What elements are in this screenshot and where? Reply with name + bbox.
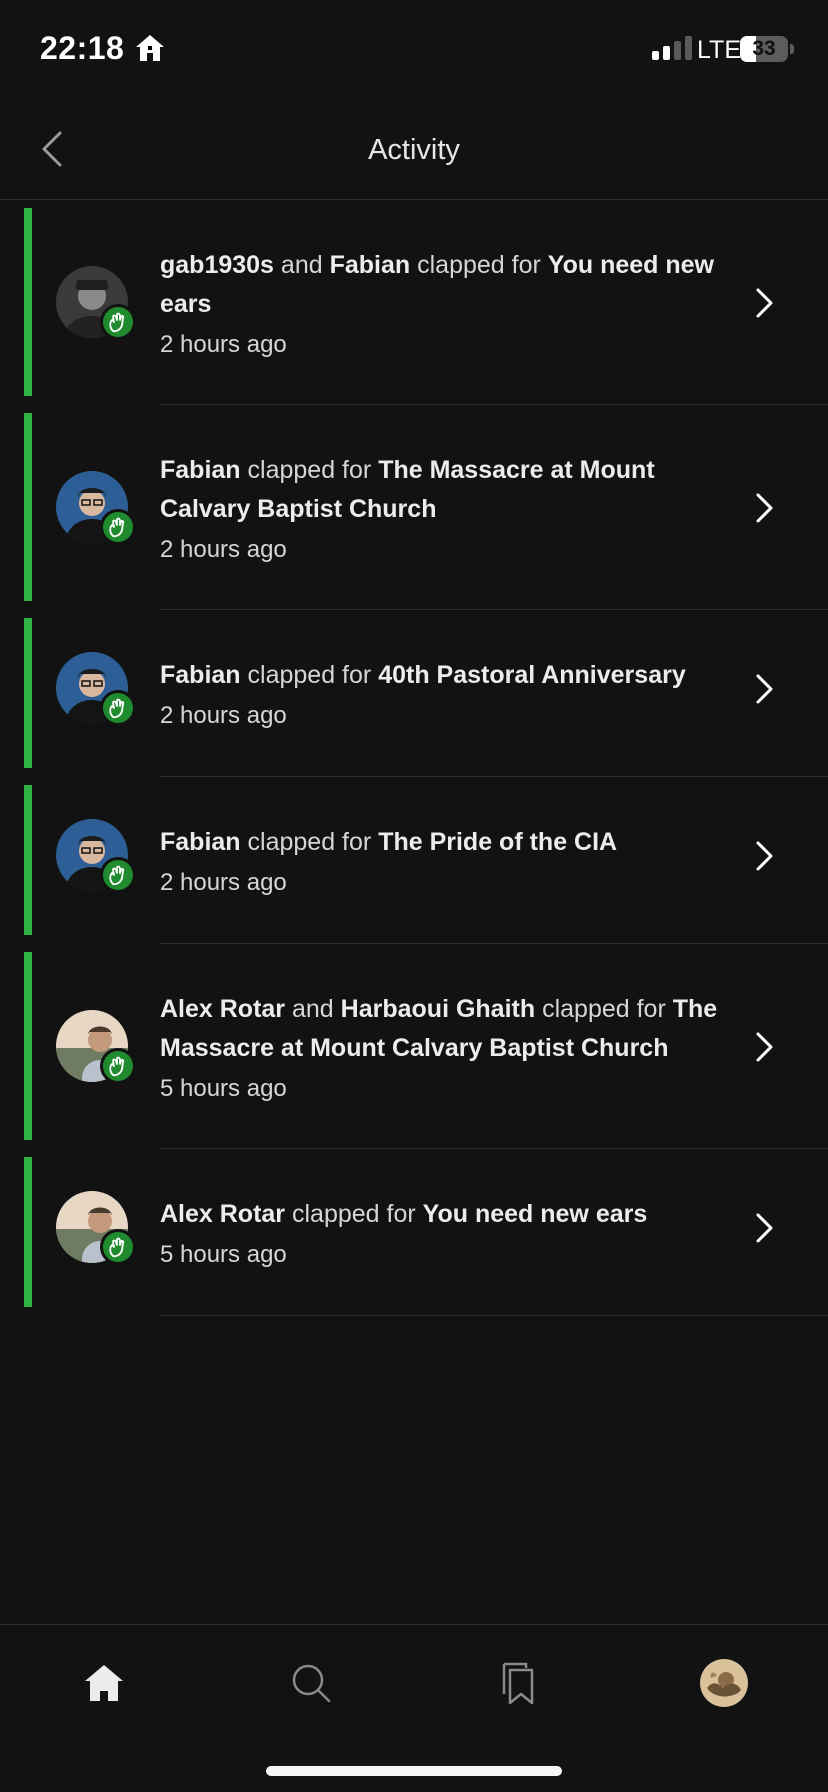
unread-indicator [24, 952, 32, 1140]
action-text: clapped for [247, 456, 372, 484]
activity-avatar [56, 819, 136, 893]
chevron-right-icon [756, 674, 773, 704]
activity-item[interactable]: Fabian clapped for The Massacre at Mount… [0, 405, 828, 610]
row-divider [160, 1315, 828, 1316]
story-title: 40th Pastoral Anniversary [378, 661, 686, 689]
chevron-right-icon [756, 288, 773, 318]
actor-name: Alex Rotar [160, 1200, 286, 1228]
network-type: LTE [697, 36, 741, 64]
activity-item[interactable]: Alex Rotar and Harbaoui Ghaith clapped f… [0, 944, 828, 1149]
actor-name: Alex Rotar [160, 995, 286, 1023]
timestamp: 5 hours ago [160, 1241, 287, 1268]
unread-indicator [24, 208, 32, 396]
unread-indicator [24, 1157, 32, 1307]
activity-list: gab1930s and Fabian clapped for You need… [0, 200, 828, 1316]
unread-indicator [24, 618, 32, 768]
activity-avatar [56, 652, 136, 726]
tab-search[interactable] [281, 1655, 341, 1711]
action-text: clapped for [247, 661, 372, 689]
clap-icon [100, 509, 136, 545]
activity-text: Alex Rotar and Harbaoui Ghaith clapped f… [160, 990, 730, 1108]
action-text: clapped for [247, 828, 372, 856]
actor-name: Fabian [160, 456, 241, 484]
battery-level: 33 [752, 37, 776, 60]
activity-avatar [56, 1010, 136, 1084]
timestamp: 2 hours ago [160, 702, 287, 729]
battery-icon: 33 [740, 36, 788, 62]
actor-name: Harbaoui Ghaith [340, 995, 536, 1023]
tab-home[interactable] [74, 1655, 134, 1711]
status-time: 22:18 [40, 30, 125, 66]
chevron-right-icon [756, 1213, 773, 1243]
clap-icon [100, 1229, 136, 1265]
story-title: The Pride of the CIA [378, 828, 618, 856]
actor-name: Fabian [160, 828, 241, 856]
action-text: clapped for [542, 995, 666, 1023]
clap-icon [100, 857, 136, 893]
activity-avatar [56, 1191, 136, 1265]
tab-profile[interactable] [694, 1655, 754, 1711]
joiner: and [280, 251, 323, 279]
activity-text: Fabian clapped for The Massacre at Mount… [160, 451, 730, 569]
activity-text: Fabian clapped for 40th Pastoral Anniver… [160, 656, 730, 735]
home-indicator[interactable] [266, 1766, 562, 1776]
battery-tip [790, 44, 794, 54]
timestamp: 2 hours ago [160, 869, 287, 896]
action-text: clapped for [292, 1200, 416, 1228]
clap-icon [100, 304, 136, 340]
clap-icon [100, 690, 136, 726]
chevron-right-icon [756, 1032, 773, 1062]
activity-avatar [56, 471, 136, 545]
navigation-header: Activity [0, 100, 828, 200]
clap-icon [100, 1048, 136, 1084]
bookmarks-icon [502, 1662, 534, 1705]
timestamp: 5 hours ago [160, 1075, 287, 1102]
home-status-icon [134, 33, 166, 68]
unread-indicator [24, 785, 32, 935]
status-bar: 22:18 LTE 33 [0, 0, 828, 100]
actor-name: Fabian [329, 251, 411, 279]
activity-item[interactable]: Alex Rotar clapped for You need new ears… [0, 1149, 828, 1316]
activity-avatar [56, 266, 136, 340]
page-title: Activity [368, 134, 460, 166]
search-icon [292, 1664, 331, 1703]
story-title: You need new ears [422, 1200, 648, 1228]
timestamp: 2 hours ago [160, 536, 287, 563]
cellular-signal-icon [652, 36, 692, 60]
profile-avatar-icon [700, 1659, 748, 1707]
chevron-right-icon [756, 493, 773, 523]
timestamp: 2 hours ago [160, 331, 287, 358]
joiner: and [292, 995, 334, 1023]
activity-item[interactable]: Fabian clapped for 40th Pastoral Anniver… [0, 610, 828, 777]
actor-name: Fabian [160, 661, 241, 689]
activity-item[interactable]: gab1930s and Fabian clapped for You need… [0, 200, 828, 405]
actor-name: gab1930s [160, 251, 274, 279]
activity-text: Fabian clapped for The Pride of the CIA … [160, 823, 730, 902]
unread-indicator [24, 413, 32, 601]
activity-text: gab1930s and Fabian clapped for You need… [160, 246, 730, 364]
action-text: clapped for [417, 251, 541, 279]
activity-text: Alex Rotar clapped for You need new ears… [160, 1195, 730, 1274]
chevron-right-icon [756, 841, 773, 871]
tab-bookmarks[interactable] [486, 1655, 546, 1711]
activity-item[interactable]: Fabian clapped for The Pride of the CIA … [0, 777, 828, 944]
home-icon [85, 1665, 123, 1701]
